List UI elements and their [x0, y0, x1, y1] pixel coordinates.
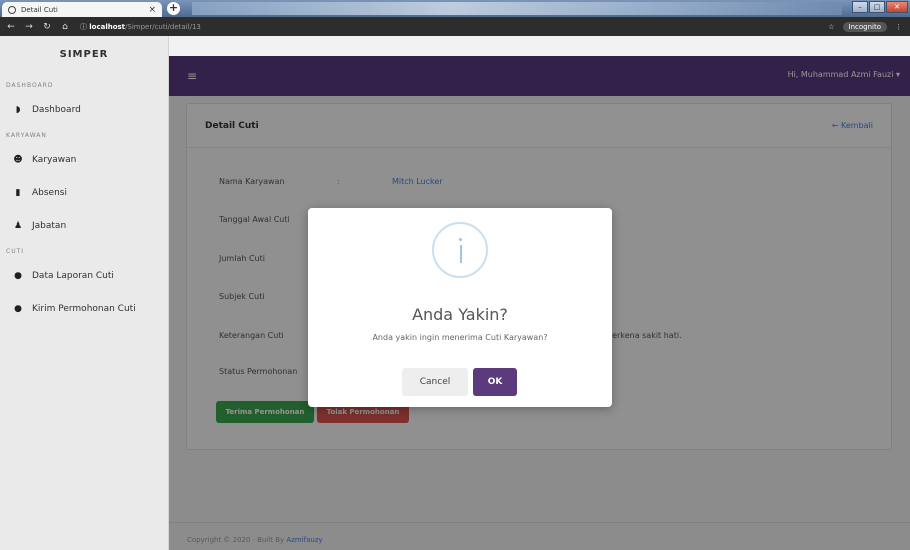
back-arrow-icon[interactable]: ←	[4, 22, 18, 32]
forward-arrow-icon[interactable]: →	[22, 22, 36, 32]
ok-button[interactable]: OK	[473, 368, 517, 396]
minimize-button[interactable]: –	[852, 1, 868, 13]
dialog-message: Anda yakin ingin menerima Cuti Karyawan?	[372, 333, 548, 342]
star-icon[interactable]: ☆	[828, 23, 834, 31]
globe-icon	[8, 5, 16, 14]
close-tab-icon[interactable]: ×	[148, 5, 156, 15]
sidebar-overlay	[0, 36, 169, 550]
browser-tab[interactable]: Detail Cuti ×	[2, 2, 162, 17]
home-icon[interactable]: ⌂	[58, 22, 72, 32]
new-tab-button[interactable]: +	[167, 2, 180, 15]
dialog-title: Anda Yakin?	[412, 305, 508, 324]
reload-icon[interactable]: ↻	[40, 22, 54, 32]
window-title-region	[192, 2, 842, 15]
window-controls: – □ ✕	[852, 1, 908, 13]
url-field[interactable]: ⓘ localhost/Simper/cuti/detail/13	[80, 22, 201, 32]
maximize-button[interactable]: □	[869, 1, 885, 13]
incognito-badge: Incognito	[842, 21, 887, 32]
close-window-button[interactable]: ✕	[886, 1, 908, 13]
info-icon	[432, 222, 488, 278]
tab-title: Detail Cuti	[21, 5, 58, 14]
address-bar: ← → ↻ ⌂ ⓘ localhost/Simper/cuti/detail/1…	[0, 17, 910, 36]
menu-dots-icon[interactable]: ⋮	[895, 23, 902, 31]
confirm-dialog: Anda Yakin? Anda yakin ingin menerima Cu…	[308, 208, 612, 407]
browser-tab-strip: Detail Cuti × + – □ ✕	[0, 0, 910, 17]
cancel-button[interactable]: Cancel	[402, 368, 468, 396]
